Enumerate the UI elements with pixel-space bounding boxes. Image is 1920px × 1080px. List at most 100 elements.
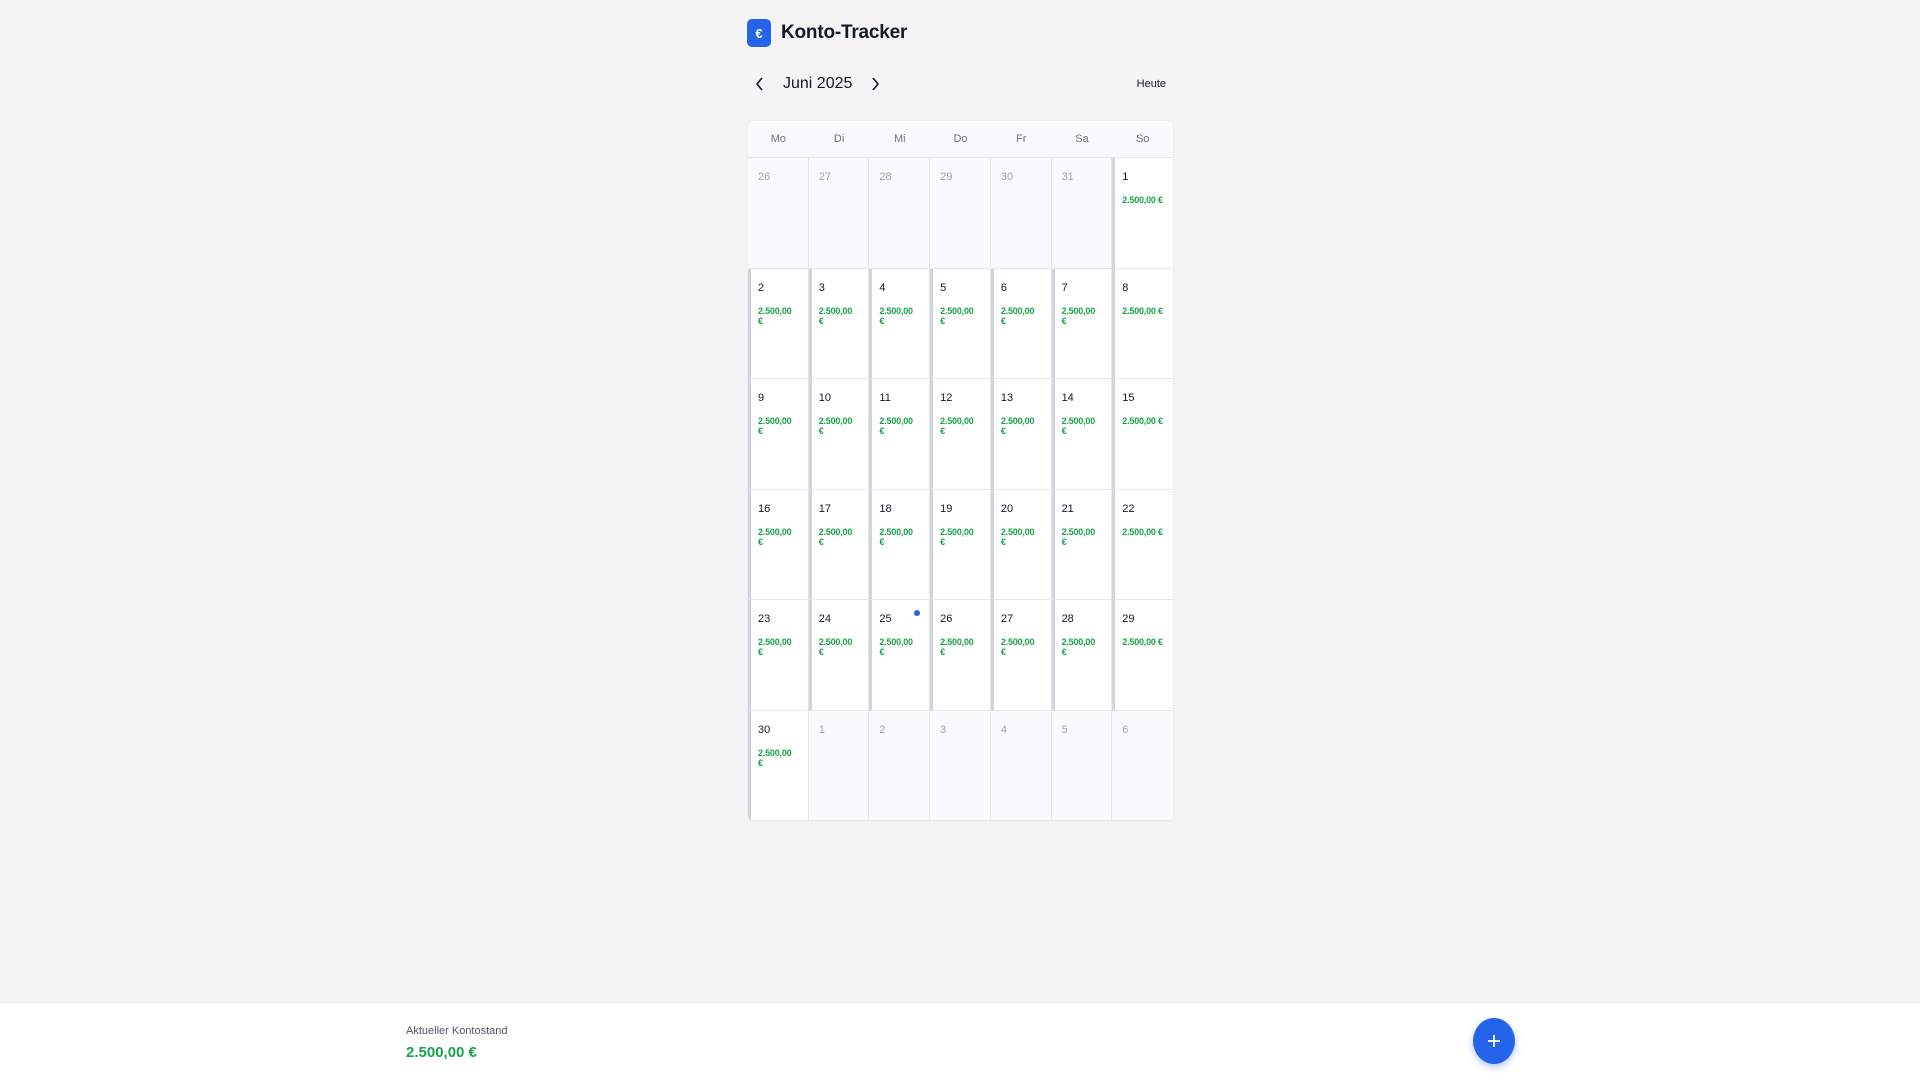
balance-label: Aktueller Kontostand [406,1025,508,1037]
calendar-day-cell[interactable]: 7 2.500,00 € [1051,268,1113,379]
today-button[interactable]: Heute [1137,78,1174,90]
weekday-label: Sa [1075,133,1089,145]
day-balance: 2.500,00 € [1122,637,1163,647]
calendar-day-cell[interactable]: 24 2.500,00 € [808,600,870,711]
day-balance: 2.500,00 € [1061,637,1096,657]
calendar-day-cell[interactable]: 11 2.500,00 € [869,379,931,490]
day-balance: 2.500,00 € [758,526,792,547]
day-balance: 2.500,00 € [758,747,792,768]
day-balance: 2.500,00 € [1122,195,1163,205]
day-balance: 2.500,00 € [1122,416,1163,426]
weekday-label: Fr [1016,133,1027,145]
day-number: 2 [879,723,886,736]
calendar-day-cell[interactable]: 16 2.500,00 € [748,489,809,600]
calendar-day-cell[interactable]: 13 2.500,00 € [990,379,1052,490]
day-number: 18 [879,502,892,515]
balance-value: 2.500,00 € [406,1044,477,1061]
calendar-day-cell[interactable]: 1 2.500,00 € [1112,158,1173,269]
euro-logo-icon: € [747,19,771,47]
day-number: 24 [818,613,831,625]
calendar-day-cell[interactable]: 27 2.500,00 € [990,600,1052,711]
day-number: 6 [1122,723,1129,736]
calendar-day-cell: 29 [930,158,991,269]
day-balance: 2.500,00 € [879,416,913,436]
day-number: 5 [1061,723,1068,736]
plus-icon [1488,1035,1500,1047]
calendar-day-cell[interactable]: 18 2.500,00 € [869,489,931,600]
next-month-button[interactable] [862,71,888,97]
day-number: 7 [1061,281,1068,294]
calendar-day-cell[interactable]: 6 2.500,00 € [990,268,1052,379]
calendar-day-cell: 30 [990,158,1052,269]
calendar-day-cell[interactable]: 28 2.500,00 € [1051,600,1113,711]
calendar-day-cell[interactable]: 22 2.500,00 € [1112,489,1173,600]
day-balance: 2.500,00 € [879,526,913,547]
day-number: 11 [879,392,891,404]
calendar-day-cell[interactable]: 4 2.500,00 € [869,268,931,379]
day-number: 27 [1000,613,1014,625]
day-number: 3 [940,723,947,736]
day-balance: 2.500,00 € [940,526,974,547]
calendar-day-cell[interactable]: 17 2.500,00 € [808,489,870,600]
calendar-day-cell[interactable]: 19 2.500,00 € [930,489,991,600]
calendar-day-cell[interactable]: 14 2.500,00 € [1051,379,1113,490]
day-number: 28 [1061,613,1074,625]
day-balance: 2.500,00 € [1061,416,1096,436]
day-number: 4 [879,281,886,294]
day-number: 9 [758,392,765,404]
today-indicator-dot [914,610,921,616]
day-balance: 2.500,00 € [1061,305,1096,326]
day-number: 5 [940,281,947,294]
day-number: 31 [1061,171,1074,183]
prev-month-button[interactable] [747,71,773,97]
day-number: 27 [818,171,831,183]
day-balance: 2.500,00 € [818,526,853,547]
calendar-day-cell[interactable]: 5 2.500,00 € [930,268,991,379]
calendar-day-cell[interactable]: 2 2.500,00 € [748,268,809,379]
bottom-bar: Aktueller Kontostand 2.500,00 € [0,1002,1920,1080]
day-number: 1 [1122,171,1129,183]
chevron-left-icon [755,77,763,91]
calendar-day-cell[interactable]: 26 2.500,00 € [930,600,991,711]
day-number: 4 [1000,723,1007,736]
day-number: 6 [1000,281,1007,294]
day-balance: 2.500,00 € [1000,637,1035,657]
weekday-header: Mo Di Mi Do Fr Sa So [748,121,1173,158]
calendar-day-cell[interactable]: 15 2.500,00 € [1112,379,1173,490]
day-balance: 2.500,00 € [1122,305,1163,316]
calendar-day-cell[interactable]: 21 2.500,00 € [1051,489,1113,600]
day-balance: 2.500,00 € [758,305,792,326]
weekday-label: Di [833,133,845,145]
month-navigation: Juni 2025 Heute [747,70,1174,98]
day-balance: 2.500,00 € [758,637,792,657]
calendar-day-cell: 26 [748,158,809,269]
calendar-day-cell[interactable]: 12 2.500,00 € [930,379,991,490]
calendar-day-cell[interactable]: 20 2.500,00 € [990,489,1052,600]
calendar-day-cell: 1 [808,710,870,821]
day-number: 28 [879,171,892,183]
calendar-day-cell: 2 [869,710,931,821]
weekday-label: Do [953,133,968,145]
day-number: 23 [758,613,771,625]
weekday-label: So [1135,133,1150,145]
day-balance: 2.500,00 € [1000,526,1035,547]
day-number: 8 [1122,281,1129,294]
day-number: 19 [940,502,953,515]
day-number: 3 [818,281,825,294]
day-number: 2 [758,281,765,294]
calendar-day-cell[interactable]: 23 2.500,00 € [748,600,809,711]
day-number: 14 [1061,392,1074,404]
calendar-day-cell[interactable]: 30 2.500,00 € [748,710,809,821]
calendar-day-cell[interactable]: 8 2.500,00 € [1112,268,1173,379]
calendar-day-cell[interactable]: 9 2.500,00 € [748,379,809,490]
day-number: 1 [818,723,825,736]
day-balance: 2.500,00 € [1122,526,1163,537]
add-transaction-button[interactable] [1473,1018,1515,1064]
calendar-day-cell[interactable]: 29 2.500,00 € [1112,600,1173,711]
calendar-day-cell[interactable]: 3 2.500,00 € [808,268,870,379]
day-number: 30 [758,723,771,736]
chevron-right-icon [872,77,880,91]
calendar-day-cell[interactable]: 25 2.500,00 € [869,600,931,711]
calendar-day-cell[interactable]: 10 2.500,00 € [808,379,870,490]
day-number: 10 [818,392,831,404]
